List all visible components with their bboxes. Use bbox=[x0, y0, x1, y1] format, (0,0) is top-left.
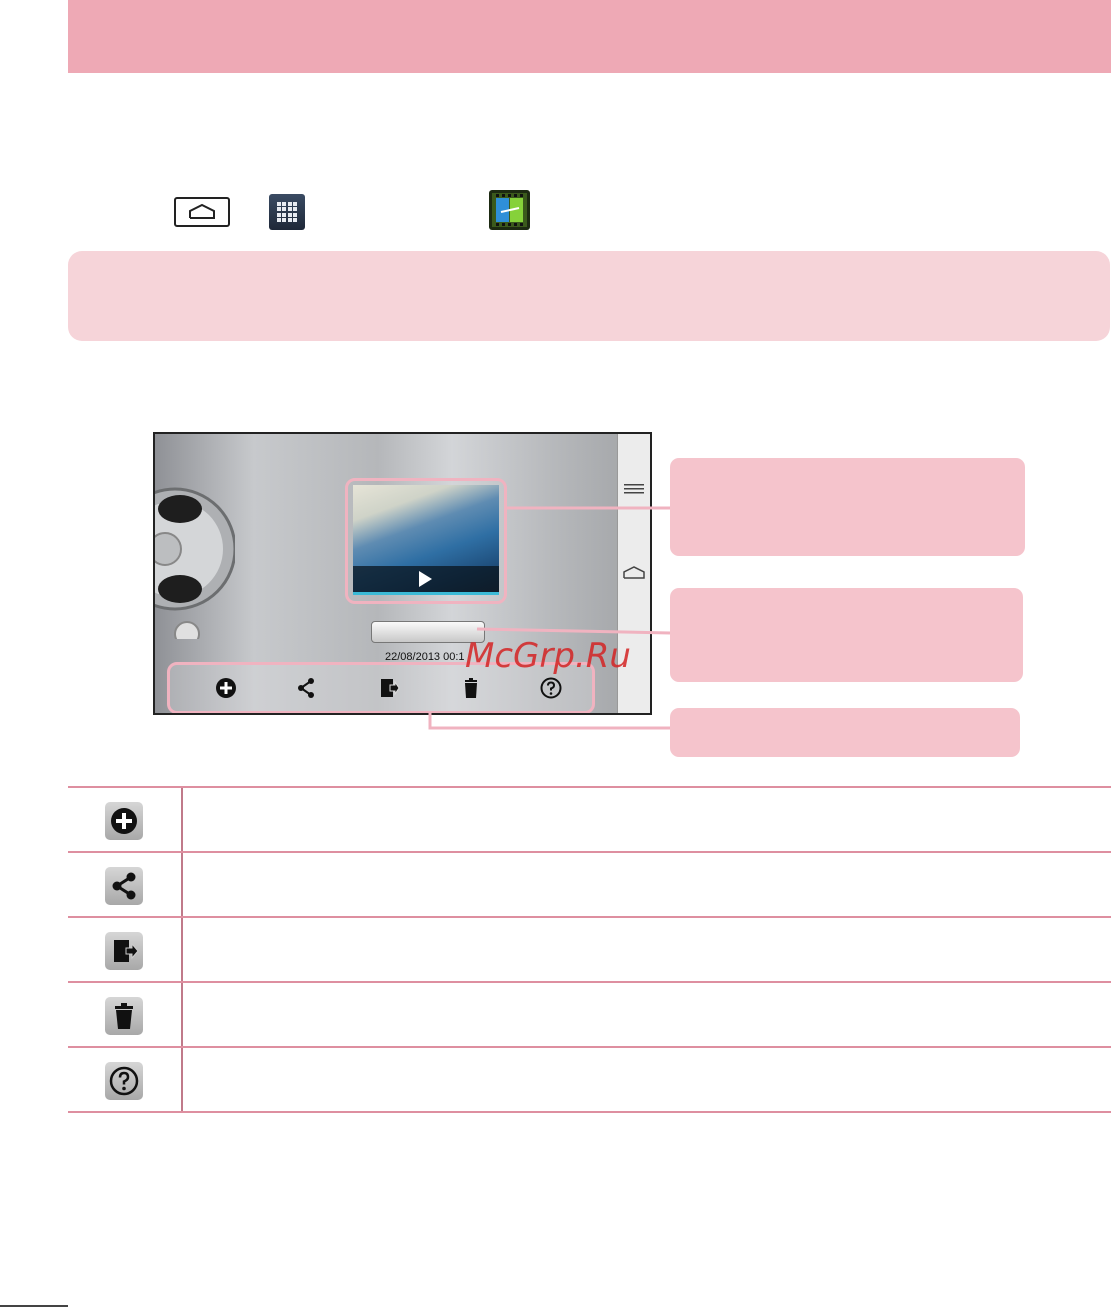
table-divider bbox=[181, 983, 183, 1046]
table-divider bbox=[181, 918, 183, 981]
table-row bbox=[68, 1046, 1111, 1113]
export-icon bbox=[105, 932, 143, 970]
page-footer-rule bbox=[0, 1305, 68, 1307]
add-icon bbox=[105, 802, 143, 840]
callout-thumbnail bbox=[670, 458, 1025, 556]
delete-icon bbox=[105, 997, 143, 1035]
table-row bbox=[68, 851, 1111, 916]
icon-table bbox=[68, 786, 1111, 1113]
callout-toolbar bbox=[670, 708, 1020, 757]
callout-title bbox=[670, 588, 1023, 682]
table-row bbox=[68, 916, 1111, 981]
watermark: McGrp.Ru bbox=[465, 636, 631, 676]
table-row bbox=[68, 981, 1111, 1046]
help-icon bbox=[105, 1062, 143, 1100]
table-divider bbox=[181, 853, 183, 916]
table-divider bbox=[181, 1048, 183, 1111]
share-icon bbox=[105, 867, 143, 905]
table-divider bbox=[181, 788, 183, 851]
table-row bbox=[68, 786, 1111, 851]
